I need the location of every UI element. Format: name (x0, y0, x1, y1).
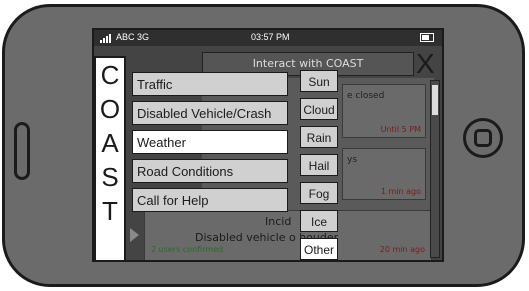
home-square-icon (474, 129, 492, 147)
incident-title: Incid (265, 215, 292, 228)
signal-icon (100, 33, 112, 43)
brand-letter: C (100, 60, 120, 90)
brand-logo: C O A S T (94, 56, 126, 260)
incident-card[interactable]: Incid Disabled vehicle o houder 2 users … (144, 210, 432, 260)
incident-confirmations: 2 users confirmed (151, 245, 224, 254)
play-arrow-icon (130, 228, 139, 242)
weather-option-hail[interactable]: Hail (300, 154, 338, 176)
weather-option-fog[interactable]: Fog (300, 182, 338, 204)
speaker-slot (14, 122, 30, 180)
home-button[interactable] (463, 118, 503, 158)
carrier-label: ABC 3G (116, 32, 150, 42)
feed-card[interactable]: ys 1 min ago (342, 148, 426, 200)
brand-letter: O (99, 94, 121, 124)
feed-card[interactable]: e closed Until 5 PM (342, 84, 426, 138)
feed-card-text: ys (347, 155, 358, 165)
scrollbar[interactable] (430, 80, 440, 258)
feed-card-time: 1 min ago (380, 187, 421, 196)
battery-icon (420, 33, 434, 42)
brand-letter: T (102, 196, 118, 226)
feed-card-time: Until 5 PM (380, 125, 421, 134)
menu-item-road-conditions[interactable]: Road Conditions (132, 159, 288, 183)
brand-letter: S (101, 162, 119, 192)
menu-item-traffic[interactable]: Traffic (132, 72, 288, 96)
close-icon[interactable]: X (416, 50, 438, 78)
menu-item-weather[interactable]: Weather (132, 130, 288, 154)
status-bar: ABC 3G 03:57 PM (94, 30, 442, 46)
weather-option-rain[interactable]: Rain (300, 126, 338, 148)
weather-option-cloud[interactable]: Cloud (300, 98, 338, 120)
brand-letter: A (101, 128, 119, 158)
feed-card-text: e closed (347, 91, 385, 101)
weather-option-other[interactable]: Other (300, 238, 338, 260)
clock: 03:57 PM (251, 32, 290, 42)
weather-option-sun[interactable]: Sun (300, 70, 338, 92)
menu-item-call-for-help[interactable]: Call for Help (132, 188, 288, 212)
weather-option-ice[interactable]: Ice (300, 210, 338, 232)
incident-age: 20 min ago (379, 245, 425, 254)
phone-screen: ABC 3G 03:57 PM Interact with COAST X e … (92, 28, 444, 262)
scrollbar-thumb[interactable] (432, 85, 438, 115)
menu-item-disabled-vehicle[interactable]: Disabled Vehicle/Crash (132, 101, 288, 125)
